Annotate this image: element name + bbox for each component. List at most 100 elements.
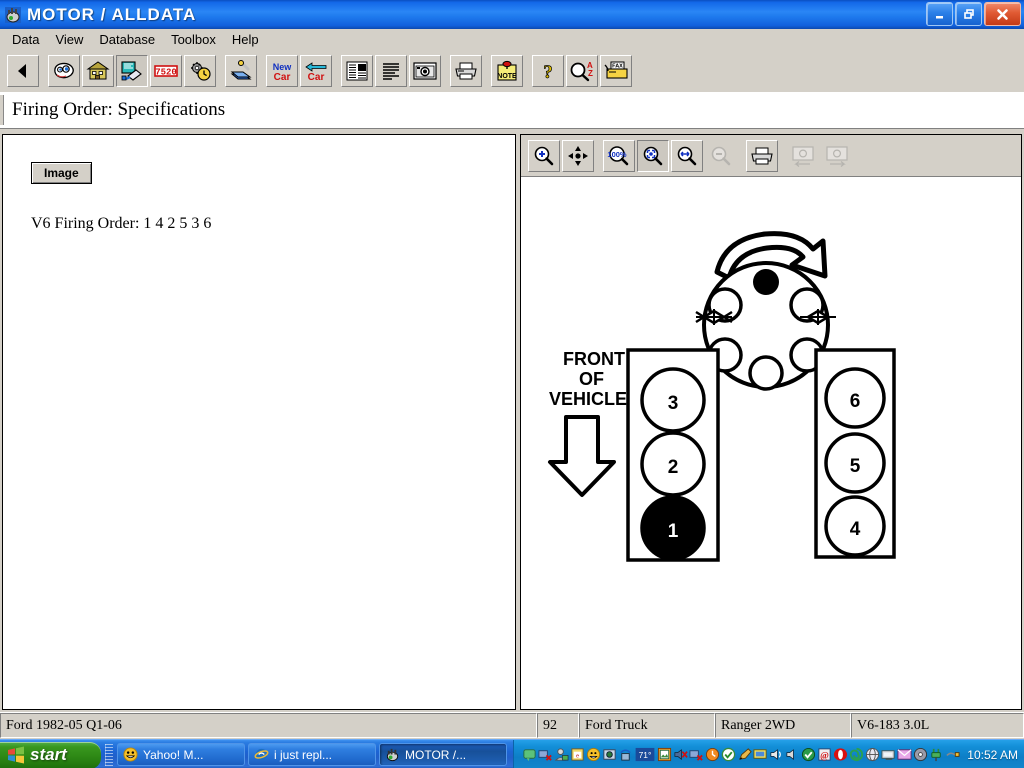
status-make: Ford Truck [579, 713, 715, 738]
fit-page-button[interactable] [637, 139, 669, 172]
image-button[interactable] [409, 55, 441, 87]
taskbar-grip[interactable] [105, 743, 113, 766]
back-button[interactable] [7, 55, 39, 87]
status-year: 92 [537, 713, 579, 738]
taskbar: start Yahoo! M... i just repl... MOTOR /… [0, 739, 1024, 768]
down-arrow-icon [548, 415, 616, 497]
menu-data[interactable]: Data [4, 30, 47, 49]
distributor-icon [386, 748, 399, 762]
monitor-icon [753, 749, 767, 759]
print-button[interactable] [450, 55, 482, 87]
status-model: Ranger 2WD [715, 713, 851, 738]
photo-frame-icon [658, 747, 672, 762]
labor-button[interactable] [225, 55, 257, 87]
menu-toolbox[interactable]: Toolbox [163, 30, 224, 49]
svg-text:Z: Z [588, 69, 593, 78]
network-error-icon [538, 750, 553, 761]
yahoo-smiley-icon [123, 747, 138, 762]
svg-text:NOTE: NOTE [497, 73, 517, 80]
print-image-button[interactable] [746, 139, 778, 172]
taskbar-item-motor[interactable]: MOTOR /... [379, 743, 507, 766]
svg-text:2: 2 [668, 457, 679, 478]
menu-help[interactable]: Help [224, 30, 267, 49]
svg-text:5: 5 [850, 456, 861, 477]
menu-view[interactable]: View [47, 30, 91, 49]
back-car-button[interactable]: Car [300, 55, 332, 87]
calendar-icon: e [571, 748, 584, 761]
taskbar-item-yahoo[interactable]: Yahoo! M... [117, 743, 245, 766]
fit-width-button[interactable] [671, 139, 703, 172]
start-button[interactable]: start [0, 741, 101, 768]
text-list-button[interactable] [375, 55, 407, 87]
diagram-svg: FRONT OF VEHICLE 3 2 1 6 5 4 [548, 231, 896, 562]
fax-button[interactable]: FAX [600, 55, 632, 87]
home-button[interactable] [82, 55, 114, 87]
application-window: MOTOR / ALLDATA Data View Database Toolb… [0, 0, 1024, 768]
mail-icon [897, 749, 912, 760]
mascot-button[interactable] [48, 55, 80, 87]
maintenance-button[interactable] [184, 55, 216, 87]
clock-orange-icon [706, 747, 720, 762]
image-tab-button[interactable]: Image [31, 162, 92, 184]
restore-button[interactable] [955, 2, 982, 26]
article-button[interactable] [341, 55, 373, 87]
svg-text:VEHICLE: VEHICLE [549, 389, 627, 409]
system-tray: e 71° @ 10:52 AM [513, 740, 1024, 768]
window-controls [926, 2, 1021, 26]
taskbar-item-label: MOTOR /... [405, 747, 467, 762]
taskbar-item-browser[interactable]: i just repl... [248, 743, 376, 766]
zoom-in-button[interactable] [528, 139, 560, 172]
previous-image-button [787, 139, 819, 172]
audio-icon [786, 749, 795, 760]
internet-explorer-icon [254, 748, 269, 761]
zoom-100-button[interactable]: 100% [603, 139, 635, 172]
help-button[interactable]: ? [532, 55, 564, 87]
menu-database[interactable]: Database [91, 30, 163, 49]
right-cylinder-bank: 6 5 4 [814, 348, 896, 559]
disc-icon [914, 747, 928, 762]
start-label: start [30, 745, 67, 764]
image-viewer-panel: 100% FRONT OF VEHICLE 3 2 1 6 5 4 [520, 134, 1022, 710]
left-cylinder-bank: 3 2 1 [626, 348, 720, 562]
pan-button[interactable] [562, 139, 594, 172]
svg-text:Car: Car [274, 72, 291, 82]
window-title: MOTOR / ALLDATA [27, 4, 197, 24]
content-panel: Image V6 Firing Order: 1 4 2 5 3 6 [2, 134, 516, 710]
title-bar: MOTOR / ALLDATA [0, 0, 1024, 29]
antivirus-red-icon: @ [818, 748, 831, 761]
status-bar: Ford 1982-05 Q1-06 92 Ford Truck Ranger … [0, 712, 1024, 738]
svg-text:FRONT: FRONT [563, 349, 625, 369]
note-button[interactable]: NOTE [491, 55, 523, 87]
distributor-icon [4, 6, 22, 24]
minimize-button[interactable] [926, 2, 953, 26]
weather-71-icon: 71° [635, 747, 655, 762]
svg-text:100%: 100% [607, 150, 627, 159]
globe-icon [866, 747, 880, 762]
webcam-icon [603, 749, 616, 760]
find-button[interactable]: A Z [566, 55, 598, 87]
svg-text:4: 4 [850, 519, 861, 540]
page-header: Firing Order: Specifications [0, 92, 1024, 129]
windows-logo-icon [8, 746, 24, 764]
taskbar-item-label: Yahoo! M... [143, 747, 204, 762]
usb-icon [946, 752, 960, 757]
smiley-icon [587, 747, 601, 762]
network-x-icon [689, 750, 704, 761]
main-toolbar: 7520 New Car Car NOTE ? A Z FAX [0, 50, 1024, 93]
next-image-button [821, 139, 853, 172]
display-icon [881, 750, 895, 760]
svg-text:@: @ [820, 751, 829, 761]
zoom-out-button [705, 139, 737, 172]
taskbar-clock[interactable]: 10:52 AM [967, 748, 1018, 762]
firing-order-text: V6 Firing Order: 1 4 2 5 3 6 [31, 215, 212, 232]
firing-order-diagram: FRONT OF VEHICLE 3 2 1 6 5 4 [521, 177, 1021, 709]
odometer-button[interactable]: 7520 [150, 55, 182, 87]
user-icon [555, 748, 569, 761]
close-button[interactable] [984, 2, 1021, 26]
messenger-icon [523, 749, 536, 762]
new-car-button[interactable]: New Car [266, 55, 298, 87]
specifications-button[interactable] [116, 55, 148, 87]
svg-text:7520: 7520 [155, 68, 177, 78]
shield-check-icon [722, 747, 736, 762]
svg-text:Car: Car [308, 72, 325, 82]
